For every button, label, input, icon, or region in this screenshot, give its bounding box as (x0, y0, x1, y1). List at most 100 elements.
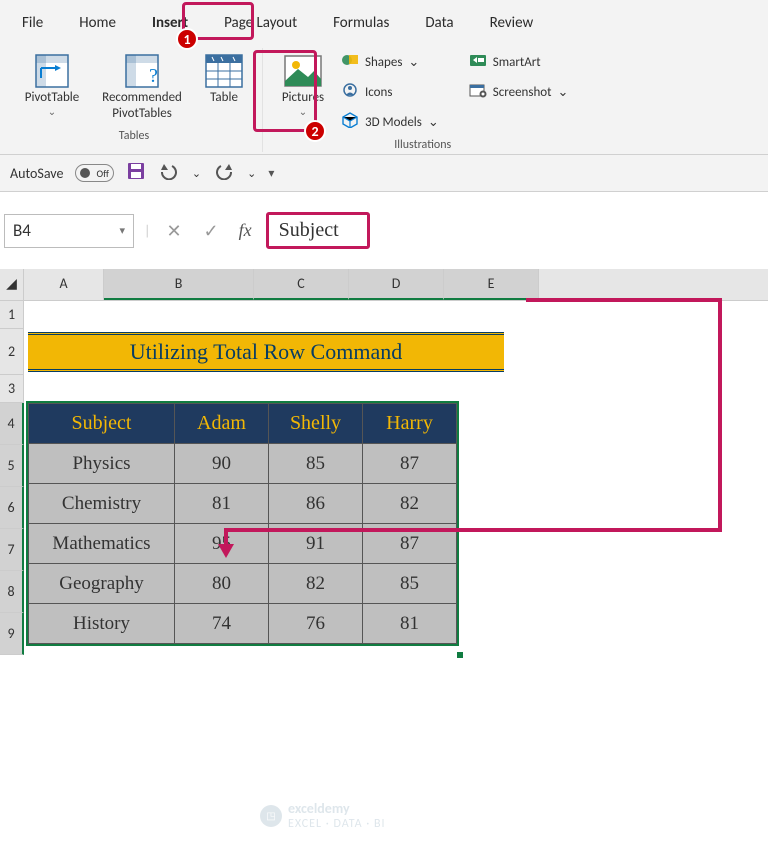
col-header-e[interactable]: E (444, 269, 539, 300)
cell-subject[interactable]: Geography (29, 564, 175, 604)
cell-value[interactable]: 82 (269, 564, 363, 604)
spreadsheet: ◢ A B C D E 1 2 3 4 5 6 7 8 9 Utilizing … (0, 269, 768, 655)
cell-value[interactable]: 86 (269, 484, 363, 524)
tab-data[interactable]: Data (407, 6, 471, 40)
table-header-row: Subject Adam Shelly Harry (29, 404, 457, 444)
pivottable-icon (35, 52, 69, 90)
select-all-triangle[interactable]: ◢ (0, 269, 24, 300)
pictures-icon (284, 52, 322, 90)
screenshot-button[interactable]: Screenshot ⌄ (463, 80, 575, 104)
cell-value[interactable]: 80 (175, 564, 269, 604)
col-header-a[interactable]: A (24, 269, 104, 300)
data-table[interactable]: Subject Adam Shelly Harry Physics908587C… (28, 403, 457, 644)
3d-models-icon (341, 112, 359, 132)
selection-handle[interactable] (456, 651, 464, 659)
toggle-dot-icon (80, 168, 90, 178)
row-header-9[interactable]: 9 (0, 613, 24, 655)
tab-page-layout[interactable]: Page Layout (206, 6, 315, 40)
tab-home[interactable]: Home (61, 6, 134, 40)
3d-models-label: 3D Models (365, 115, 422, 130)
svg-text:?: ? (149, 65, 158, 87)
chevron-down-icon[interactable]: ⌄ (247, 167, 256, 180)
smartart-button[interactable]: SmartArt (463, 50, 547, 74)
chevron-down-icon: ▾ (119, 224, 125, 237)
cell-value[interactable]: 91 (269, 524, 363, 564)
smartart-icon (469, 52, 487, 72)
row-header-2[interactable]: 2 (0, 329, 24, 375)
undo-button[interactable] (158, 162, 180, 184)
shapes-button[interactable]: Shapes ⌄ (335, 50, 425, 74)
save-button[interactable] (126, 161, 146, 185)
cell-value[interactable]: 87 (363, 524, 457, 564)
watermark-logo-icon: ◳ (260, 805, 282, 827)
recommended-pivottables-icon: ? (125, 52, 159, 90)
chevron-down-icon: ⌄ (48, 106, 56, 118)
autosave-toggle[interactable]: Off (75, 164, 113, 182)
col-header-d[interactable]: D (349, 269, 444, 300)
col-subject[interactable]: Subject (29, 404, 175, 444)
cell-value[interactable]: 81 (363, 604, 457, 644)
pivottable-button[interactable]: PivotTable ⌄ (14, 48, 90, 122)
cell-value[interactable]: 74 (175, 604, 269, 644)
accept-formula-button[interactable]: ✓ (198, 220, 225, 242)
col-header-c[interactable]: C (254, 269, 349, 300)
title-banner: Utilizing Total Row Command (28, 332, 504, 372)
fx-icon[interactable]: fx (235, 220, 256, 241)
cell-value[interactable]: 90 (175, 444, 269, 484)
table-icon (205, 52, 243, 90)
formula-content[interactable]: Subject (266, 212, 370, 249)
chevron-down-icon[interactable]: ⌄ (192, 167, 201, 180)
col-shelly[interactable]: Shelly (269, 404, 363, 444)
cell-value[interactable]: 85 (363, 564, 457, 604)
row-header-5[interactable]: 5 (0, 445, 24, 487)
cell-subject[interactable]: Physics (29, 444, 175, 484)
cancel-formula-button[interactable]: ✕ (160, 220, 187, 242)
icons-button[interactable]: Icons (335, 80, 398, 104)
redo-button[interactable] (213, 162, 235, 184)
cell-subject[interactable]: History (29, 604, 175, 644)
name-box[interactable]: B4 ▾ (4, 214, 134, 248)
icons-icon (341, 82, 359, 102)
table-row[interactable]: Chemistry818682 (29, 484, 457, 524)
col-header-b[interactable]: B (104, 269, 254, 300)
cell-value[interactable]: 87 (363, 444, 457, 484)
tab-formulas[interactable]: Formulas (315, 6, 407, 40)
row-header-6[interactable]: 6 (0, 487, 24, 529)
cell-value[interactable]: 76 (269, 604, 363, 644)
ribbon-group-illustrations-label: Illustrations (394, 134, 451, 152)
cell-value[interactable]: 95 (175, 524, 269, 564)
cell-reference: B4 (13, 220, 31, 241)
cell-subject[interactable]: Mathematics (29, 524, 175, 564)
table-row[interactable]: Physics908587 (29, 444, 457, 484)
row-header-3[interactable]: 3 (0, 375, 24, 403)
smartart-label: SmartArt (493, 55, 541, 70)
col-harry[interactable]: Harry (363, 404, 457, 444)
ribbon-group-illustrations: Pictures ⌄ Shapes ⌄ Icons 3D Models ⌄ (263, 48, 582, 152)
shapes-icon (341, 52, 359, 72)
table-row[interactable]: Mathematics959187 (29, 524, 457, 564)
column-headers: ◢ A B C D E (0, 269, 768, 301)
recommended-pivottables-button[interactable]: ? Recommended PivotTables (90, 48, 194, 125)
cell-value[interactable]: 82 (363, 484, 457, 524)
col-adam[interactable]: Adam (175, 404, 269, 444)
chevron-down-icon: ⌄ (428, 115, 439, 130)
table-button[interactable]: Table (194, 48, 254, 110)
table-row[interactable]: Geography808285 (29, 564, 457, 604)
screenshot-icon (469, 82, 487, 102)
ribbon-group-tables-label: Tables (119, 125, 149, 143)
row-header-4[interactable]: 4 (0, 403, 24, 445)
cell-value[interactable]: 81 (175, 484, 269, 524)
table-row[interactable]: History747681 (29, 604, 457, 644)
row-header-8[interactable]: 8 (0, 571, 24, 613)
cell-value[interactable]: 85 (269, 444, 363, 484)
3d-models-button[interactable]: 3D Models ⌄ (335, 110, 445, 134)
pictures-button[interactable]: Pictures ⌄ (271, 48, 335, 122)
tab-review[interactable]: Review (472, 6, 552, 40)
customize-qat-button[interactable]: ▾ (268, 166, 274, 181)
row-header-7[interactable]: 7 (0, 529, 24, 571)
tab-file[interactable]: File (4, 6, 61, 40)
cell-subject[interactable]: Chemistry (29, 484, 175, 524)
pivottable-label: PivotTable (25, 90, 80, 106)
tab-insert[interactable]: Insert (134, 6, 206, 40)
row-header-1[interactable]: 1 (0, 301, 24, 329)
